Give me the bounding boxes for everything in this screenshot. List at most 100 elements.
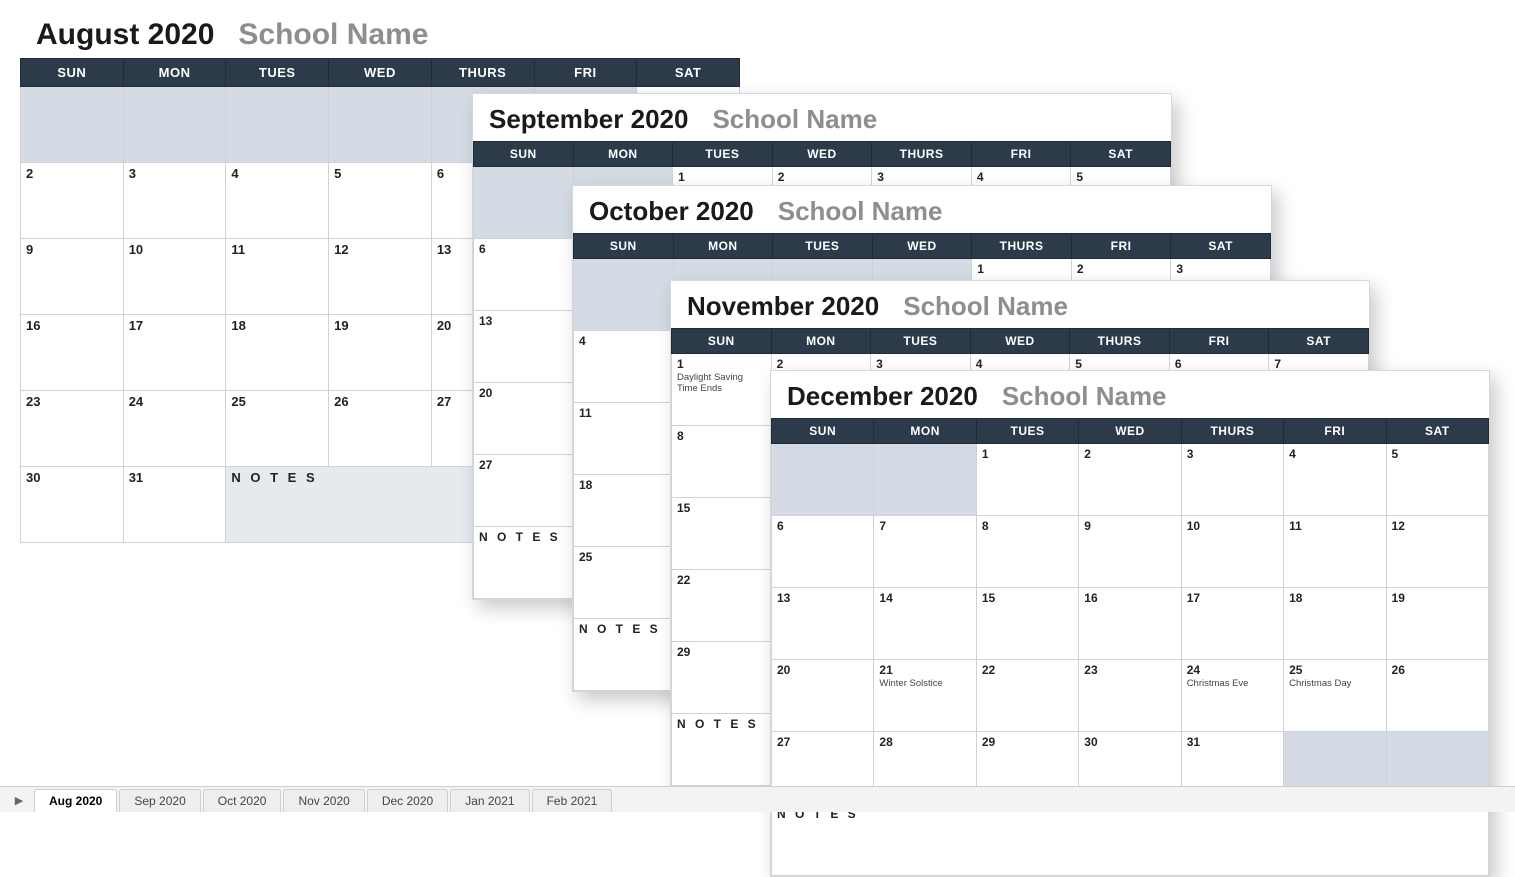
calendar-day-cell[interactable]: 4: [574, 331, 674, 403]
sheet-tab[interactable]: Jan 2021: [450, 789, 529, 812]
calendar-day-cell[interactable]: 11: [1284, 516, 1386, 588]
weekday-header: FRI: [1284, 419, 1386, 444]
school-name: School Name: [778, 196, 943, 227]
calendar-pad-cell: [329, 87, 432, 163]
sheet-tab[interactable]: Nov 2020: [283, 789, 364, 812]
month-title: August 2020: [36, 18, 214, 52]
sheet-tab[interactable]: Sep 2020: [119, 789, 200, 812]
calendar-day-cell[interactable]: 2: [1079, 444, 1181, 516]
month-title: September 2020: [489, 104, 688, 135]
weekday-header: TUES: [773, 234, 873, 259]
calendar-day-cell[interactable]: 24: [123, 391, 226, 467]
calendar-day-cell[interactable]: 9: [1079, 516, 1181, 588]
calendar-day-cell[interactable]: 22: [672, 570, 772, 642]
weekday-header: WED: [1079, 419, 1181, 444]
sheet-nav-prev-icon[interactable]: ▶: [4, 788, 34, 812]
weekday-header: WED: [772, 142, 872, 167]
calendar-day-cell[interactable]: 31: [123, 467, 226, 543]
calendar-day-cell[interactable]: 7: [874, 516, 976, 588]
month-title: November 2020: [687, 291, 879, 322]
weekday-header: MON: [573, 142, 673, 167]
weekday-header: SAT: [1171, 234, 1271, 259]
calendar-pad-cell: [226, 87, 329, 163]
calendar-day-cell[interactable]: 22: [976, 660, 1078, 732]
sheet-tab[interactable]: Aug 2020: [34, 789, 117, 812]
weekday-header: THURS: [972, 234, 1072, 259]
calendar-day-cell[interactable]: 6: [772, 516, 874, 588]
calendar-pad-cell: [21, 87, 124, 163]
calendar-day-cell[interactable]: 8: [672, 426, 772, 498]
calendar-day-cell[interactable]: 15: [672, 498, 772, 570]
calendar-day-cell[interactable]: 20: [474, 383, 574, 455]
calendar-day-cell[interactable]: 16: [1079, 588, 1181, 660]
calendar-day-cell[interactable]: 17: [1181, 588, 1283, 660]
weekday-header: TUES: [673, 142, 773, 167]
calendar-day-cell[interactable]: 30: [21, 467, 124, 543]
calendar-day-cell[interactable]: 5: [1386, 444, 1488, 516]
calendar-event-label: Winter Solstice: [879, 679, 970, 690]
calendar-day-cell[interactable]: 17: [123, 315, 226, 391]
calendar-day-cell[interactable]: 14: [874, 588, 976, 660]
calendar-day-cell[interactable]: 12: [329, 239, 432, 315]
sheet-tab[interactable]: Oct 2020: [203, 789, 282, 812]
calendar-day-cell[interactable]: 25: [574, 547, 674, 619]
calendar-pad-cell: [874, 444, 976, 516]
calendar-day-cell[interactable]: 3: [1181, 444, 1283, 516]
calendar-day-cell[interactable]: 19: [1386, 588, 1488, 660]
calendar-day-cell[interactable]: 19: [329, 315, 432, 391]
calendar-day-cell[interactable]: 23: [1079, 660, 1181, 732]
calendar-day-cell[interactable]: 16: [21, 315, 124, 391]
calendar-day-cell[interactable]: 23: [21, 391, 124, 467]
weekday-header: SUN: [772, 419, 874, 444]
calendar-day-cell[interactable]: 2: [21, 163, 124, 239]
calendar-day-cell[interactable]: 6: [474, 239, 574, 311]
calendar-day-cell[interactable]: 4: [226, 163, 329, 239]
weekday-header: THURS: [431, 59, 534, 87]
calendar-day-cell[interactable]: 29: [672, 642, 772, 714]
calendar-day-cell[interactable]: 10: [123, 239, 226, 315]
calendar-day-cell[interactable]: 4: [1284, 444, 1386, 516]
calendar-day-cell[interactable]: 21Winter Solstice: [874, 660, 976, 732]
calendar-day-cell[interactable]: 24Christmas Eve: [1181, 660, 1283, 732]
month-title: October 2020: [589, 196, 754, 227]
calendar-day-cell[interactable]: 13: [772, 588, 874, 660]
calendar-day-cell[interactable]: 26: [1386, 660, 1488, 732]
calendar-event-label: Christmas Day: [1289, 679, 1380, 690]
calendar-day-cell[interactable]: 3: [123, 163, 226, 239]
sheet-tab[interactable]: Feb 2021: [532, 789, 613, 812]
weekday-header: FRI: [971, 142, 1071, 167]
weekday-header: SAT: [1269, 329, 1369, 354]
weekday-header: WED: [872, 234, 972, 259]
calendar-day-cell[interactable]: 9: [21, 239, 124, 315]
weekday-header: MON: [874, 419, 976, 444]
sheet-tab[interactable]: Dec 2020: [367, 789, 448, 812]
weekday-header: SUN: [21, 59, 124, 87]
calendar-day-cell[interactable]: 18: [1284, 588, 1386, 660]
weekday-header: FRI: [1169, 329, 1269, 354]
calendar-day-cell[interactable]: 25Christmas Day: [1284, 660, 1386, 732]
weekday-header: MON: [123, 59, 226, 87]
calendar-day-cell[interactable]: 1Daylight Saving Time Ends: [672, 354, 772, 426]
sheet-tabs-container: Aug 2020Sep 2020Oct 2020Nov 2020Dec 2020…: [34, 789, 614, 812]
calendar-day-cell[interactable]: 26: [329, 391, 432, 467]
calendar-day-cell[interactable]: 20: [772, 660, 874, 732]
calendar-day-cell[interactable]: 18: [574, 475, 674, 547]
calendar-day-cell[interactable]: 15: [976, 588, 1078, 660]
weekday-header: SAT: [637, 59, 740, 87]
calendar-day-cell[interactable]: 8: [976, 516, 1078, 588]
weekday-header: WED: [329, 59, 432, 87]
weekday-header: TUES: [226, 59, 329, 87]
calendar-day-cell[interactable]: 11: [574, 403, 674, 475]
calendar-day-cell[interactable]: 11: [226, 239, 329, 315]
calendar-day-cell[interactable]: 25: [226, 391, 329, 467]
calendar-day-cell[interactable]: 18: [226, 315, 329, 391]
calendar-day-cell[interactable]: 5: [329, 163, 432, 239]
notes-cell[interactable]: N O T E S: [772, 804, 1489, 876]
calendar-day-cell[interactable]: 27: [474, 455, 574, 527]
school-name: School Name: [238, 18, 428, 52]
weekday-header: TUES: [871, 329, 971, 354]
calendar-day-cell[interactable]: 12: [1386, 516, 1488, 588]
calendar-day-cell[interactable]: 10: [1181, 516, 1283, 588]
calendar-day-cell[interactable]: 1: [976, 444, 1078, 516]
calendar-day-cell[interactable]: 13: [474, 311, 574, 383]
